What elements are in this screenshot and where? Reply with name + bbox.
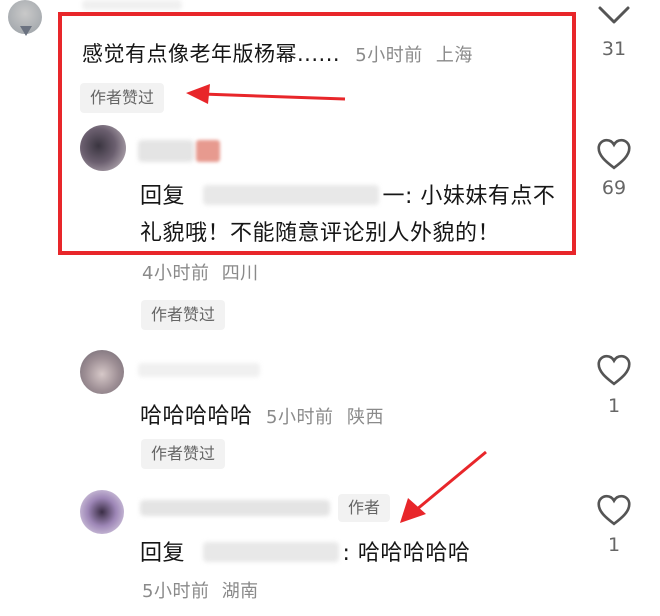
comment-location: 陕西: [346, 407, 384, 428]
reply-text: 回复 : 哈哈哈哈哈: [140, 541, 471, 566]
heart-icon[interactable]: [596, 354, 632, 386]
blurred-username: [138, 363, 260, 377]
like-count: 1: [607, 395, 621, 417]
comment-time: 4小时前: [142, 263, 210, 284]
highlight-box: [58, 12, 576, 255]
comment-meta: 5小时前 湖南: [142, 577, 259, 603]
like-count: 31: [601, 38, 627, 60]
comment-text: 哈哈哈哈哈 5小时前 陕西: [140, 404, 384, 429]
heart-icon[interactable]: [596, 138, 632, 170]
comment-time: 5小时前: [266, 407, 334, 428]
comment-location: 四川: [221, 263, 259, 284]
author-tag: 作者: [338, 494, 391, 522]
blurred-username: [202, 542, 339, 562]
author-liked-badge: 作者赞过: [141, 439, 226, 469]
avatar[interactable]: [80, 350, 124, 394]
avatar[interactable]: [80, 490, 124, 534]
blurred-username: [140, 500, 330, 516]
comment-location: 湖南: [221, 581, 259, 602]
like-count: 69: [601, 177, 627, 199]
comment-time: 5小时前: [142, 581, 210, 602]
chevron-down-icon[interactable]: [597, 2, 631, 28]
like-count: 1: [607, 534, 621, 556]
chevron-down-icon[interactable]: [20, 26, 32, 36]
annotation-arrow: [400, 450, 487, 523]
heart-icon[interactable]: [596, 494, 632, 526]
author-liked-badge: 作者赞过: [141, 300, 226, 330]
blurred-username: [82, 0, 182, 10]
comment-meta: 4小时前 四川: [142, 259, 259, 285]
